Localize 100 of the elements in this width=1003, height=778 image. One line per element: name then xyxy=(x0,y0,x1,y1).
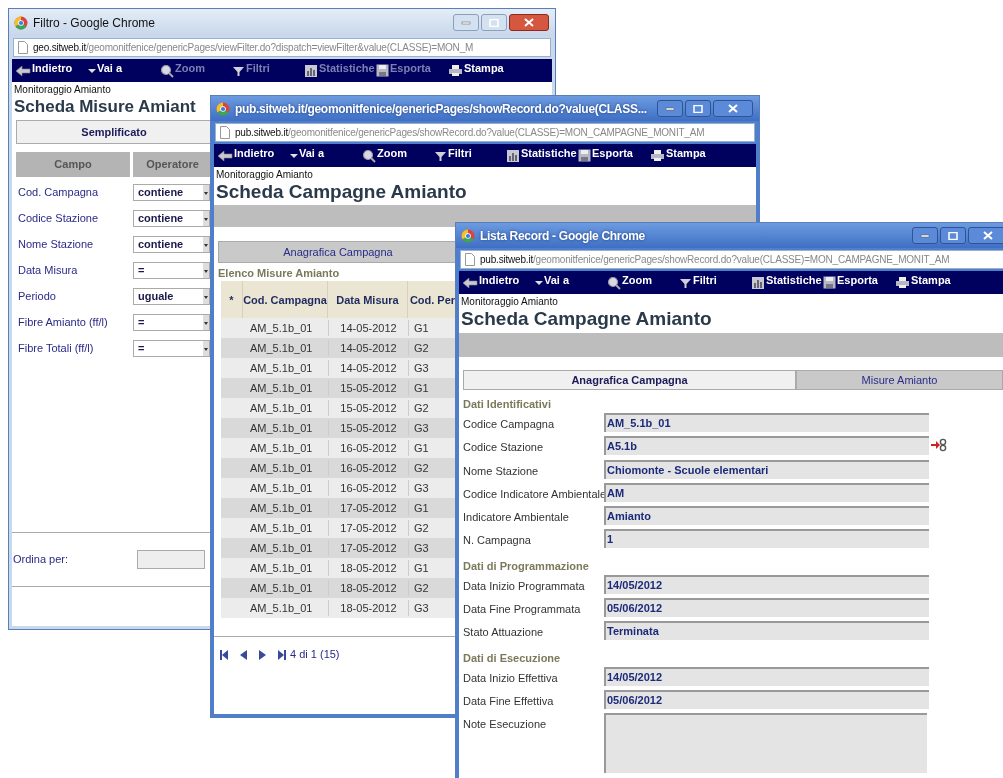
table-cell: 15-05-2012 xyxy=(328,379,408,397)
tab[interactable]: Misure Amianto xyxy=(796,370,1003,390)
field-label: Periodo xyxy=(17,288,57,304)
tab[interactable]: Anagrafica Campagna xyxy=(463,370,796,390)
toolbar-button[interactable]: Indietro xyxy=(214,144,288,167)
field-label: Codice Stazione xyxy=(17,210,100,226)
address-bar[interactable]: pub.sitweb.it/geomonitfenice/genericPages/showRecord.do?value(CLASSE)=MON_CAMPAGNE_MONIT_AM xyxy=(215,123,755,142)
table-cell-text: AM_5.1b_01 xyxy=(249,600,314,616)
operator-select[interactable]: = xyxy=(133,339,210,357)
section-title: Dati di Programmazione xyxy=(463,558,590,574)
field-label: Nome Stazione xyxy=(17,236,95,252)
table-cell-text: AM_5.1b_01 xyxy=(249,560,314,576)
readonly-field: Chiomonte - Scuole elementari xyxy=(604,459,929,479)
field-label: Data Fine Programmata xyxy=(463,602,582,618)
table-cell: 15-05-2012 xyxy=(328,399,408,417)
field-label: N. Campagna xyxy=(463,533,532,549)
operator-select[interactable]: contiene xyxy=(133,209,210,227)
window-title: pub.sitweb.it/geomonitfenice/genericPages/showRecord.do?value(CLASS... xyxy=(235,100,648,118)
readonly-field: 14/05/2012 xyxy=(604,574,929,594)
toolbar-button[interactable]: Statistiche xyxy=(504,144,576,167)
field-label: Data Inizio Programmata xyxy=(463,578,586,594)
table-cell: 18-05-2012 xyxy=(328,559,408,577)
tab[interactable]: Anagrafica Campagna xyxy=(218,241,458,263)
toolbar-button[interactable]: Stampa xyxy=(893,271,965,294)
field-label: Indicatore Ambientale xyxy=(463,510,570,526)
toolbar-button[interactable]: Esporta xyxy=(576,144,648,167)
table-cell: 17-05-2012 xyxy=(328,499,408,517)
tab[interactable]: Semplificato xyxy=(16,120,212,144)
toolbar-button[interactable]: Filtri xyxy=(432,144,504,167)
readonly-field: 05/06/2012 xyxy=(604,598,929,618)
table-cell: 14-05-2012 xyxy=(328,359,408,377)
operator-select[interactable]: = xyxy=(133,313,210,331)
toolbar-button[interactable]: Vai a xyxy=(86,59,158,82)
window-title: Lista Record - Google Chrome xyxy=(480,227,646,245)
table-cell: 17-05-2012 xyxy=(328,519,408,537)
window-title: Filtro - Google Chrome xyxy=(33,14,157,32)
toolbar-button[interactable]: Stampa xyxy=(446,59,518,82)
field-label: Data Inizio Effettiva xyxy=(463,670,559,686)
table-cell: 18-05-2012 xyxy=(328,599,408,617)
table-cell: 15-05-2012 xyxy=(328,419,408,437)
url-text: pub.sitweb.it/geomonitfenice/genericPages/showRecord.do?value(CLASSE)=MON_CAMPAGNE_MONIT_AM xyxy=(480,253,950,267)
field-label: Cod. Campagna xyxy=(17,184,100,200)
field-label: Codice Indicatore Ambientale xyxy=(463,486,604,502)
table-cell: 16-05-2012 xyxy=(328,459,408,477)
toolbar-button[interactable]: Indietro xyxy=(12,59,86,82)
table-cell-text: AM_5.1b_01 xyxy=(249,420,314,436)
readonly-field: Amianto xyxy=(604,506,929,526)
page-heading: Scheda Campagne Amianto xyxy=(460,308,713,330)
table-cell: 18-05-2012 xyxy=(328,579,408,597)
table-cell-text: AM_5.1b_01 xyxy=(249,320,314,336)
field-label: Codice Campagna xyxy=(463,417,556,432)
page-heading: Scheda Campagne Amianto xyxy=(215,181,468,203)
toolbar-button[interactable]: Filtri xyxy=(677,271,749,294)
table-cell-text: AM_5.1b_01 xyxy=(249,520,314,536)
field-label: Data Fine Effettiva xyxy=(463,693,555,709)
readonly-field: 05/06/2012 xyxy=(604,689,929,709)
operator-select[interactable]: = xyxy=(133,261,210,279)
field-label: Note Esecuzione xyxy=(463,717,548,733)
breadcrumb: Monitoraggio Amianto xyxy=(215,169,314,181)
table-cell-text: AM_5.1b_01 xyxy=(249,480,314,496)
section-title: Dati Identificativi xyxy=(463,397,553,412)
table-cell-text: AM_5.1b_01 xyxy=(249,400,314,416)
table-cell-text: AM_5.1b_01 xyxy=(249,580,314,596)
url-text: pub.sitweb.it/geomonitfenice/genericPages/showRecord.do?value(CLASSE)=MON_CAMPAGNE_MONIT_AM xyxy=(235,126,705,140)
readonly-field: AM_5.1b_01 xyxy=(604,413,929,432)
readonly-field: Terminata xyxy=(604,621,929,641)
readonly-field: 14/05/2012 xyxy=(604,666,929,686)
toolbar-button[interactable]: Esporta xyxy=(821,271,893,294)
operator-select[interactable]: uguale xyxy=(133,287,210,305)
table-cell-text: AM_5.1b_01 xyxy=(249,540,314,556)
toolbar-button[interactable]: Vai a xyxy=(288,144,360,167)
field-label: Stato Attuazione xyxy=(463,625,545,641)
toolbar-button[interactable]: Stampa xyxy=(648,144,720,167)
table-cell-text: AM_5.1b_01 xyxy=(249,500,314,516)
list-title: Elenco Misure Amianto xyxy=(218,266,340,281)
operator-select[interactable]: contiene xyxy=(133,235,210,253)
toolbar-button[interactable]: Vai a xyxy=(533,271,605,294)
field-label: Fibre Totali (ff/l) xyxy=(17,340,95,356)
url-text: geo.sitweb.it/geomonitfenice/genericPages/viewFilter.do?dispatch=viewFilter&value(CLASSE)=MON_M xyxy=(33,41,474,55)
breadcrumb: Monitoraggio Amianto xyxy=(13,84,112,96)
field-label: Ordina per: xyxy=(12,552,70,568)
table-cell: 16-05-2012 xyxy=(328,479,408,497)
pager-text: 4 di 1 (15) xyxy=(290,647,340,663)
toolbar-button[interactable]: Statistiche xyxy=(749,271,821,294)
table-cell: 14-05-2012 xyxy=(328,319,408,337)
readonly-field: A5.1b xyxy=(604,436,929,456)
address-bar[interactable]: geo.sitweb.it/geomonitfenice/genericPages/viewFilter.do?dispatch=viewFilter&value(CLASSE)=MON_M xyxy=(13,38,551,57)
table-cell-text: AM_5.1b_01 xyxy=(249,360,314,376)
table-cell: 16-05-2012 xyxy=(328,439,408,457)
field-label: Data Misura xyxy=(17,262,79,278)
toolbar-button[interactable]: Zoom xyxy=(605,271,677,294)
table-cell-text: AM_5.1b_01 xyxy=(249,460,314,476)
toolbar-button[interactable]: Zoom xyxy=(360,144,432,167)
field-label: Nome Stazione xyxy=(463,463,540,479)
field-label: Fibre Amianto (ff/l) xyxy=(17,314,109,330)
readonly-field: AM xyxy=(604,482,929,502)
table-cell-text: AM_5.1b_01 xyxy=(249,340,314,356)
address-bar[interactable]: pub.sitweb.it/geomonitfenice/genericPages/showRecord.do?value(CLASSE)=MON_CAMPAGNE_MONIT_AM xyxy=(460,250,1003,269)
toolbar-button[interactable]: Indietro xyxy=(459,271,533,294)
operator-select[interactable]: contiene xyxy=(133,183,210,201)
